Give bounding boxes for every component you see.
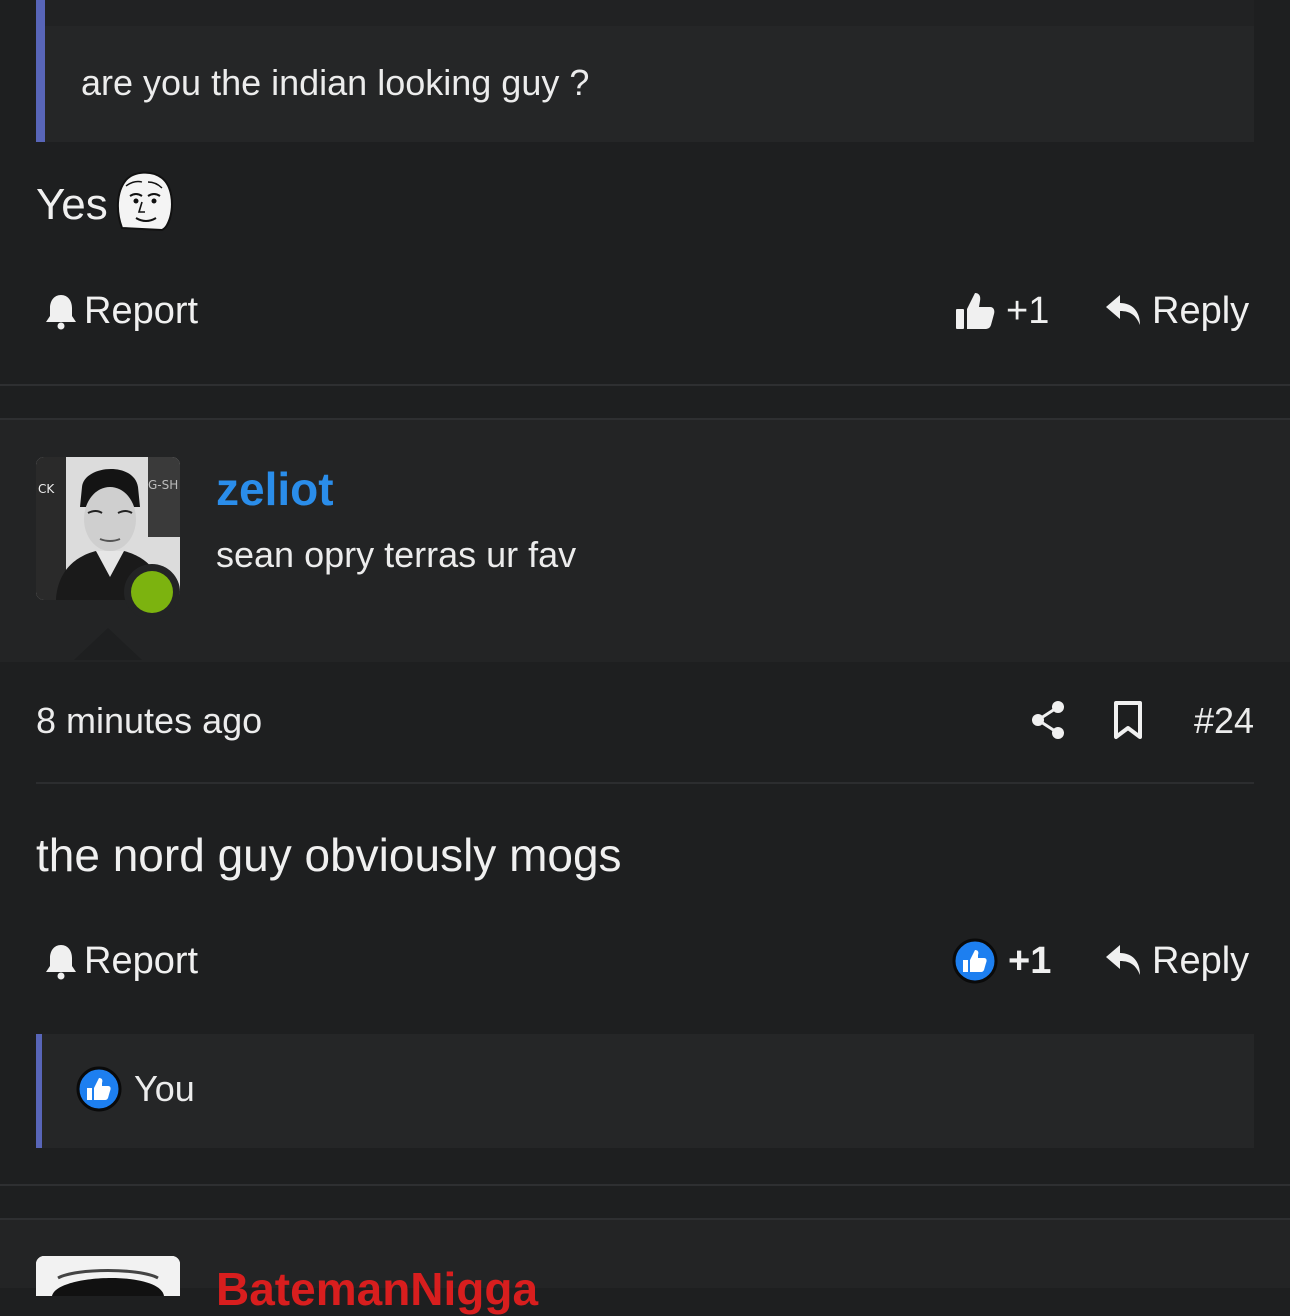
post-pointer-arrow bbox=[74, 628, 142, 660]
thumbs-up-icon bbox=[956, 293, 995, 329]
post-user-header bbox=[0, 418, 1290, 662]
next-post-header bbox=[0, 1218, 1290, 1288]
bell-icon bbox=[46, 295, 76, 330]
thumbs-up-active-icon bbox=[952, 938, 998, 984]
post-number-link[interactable]: #24 bbox=[1194, 700, 1254, 742]
reactor-name: You bbox=[134, 1068, 195, 1109]
report-label: Report bbox=[84, 289, 199, 332]
svg-text:G-SH: G-SH bbox=[148, 478, 178, 492]
next-user-avatar[interactable] bbox=[36, 1256, 180, 1296]
post-actions-row: Report +1 Reply bbox=[0, 286, 1290, 336]
meta-divider bbox=[36, 782, 1254, 784]
reply-label: Reply bbox=[1152, 939, 1250, 982]
quote-block: are you the indian looking guy ? bbox=[36, 0, 1254, 142]
post-actions-row: Report +1 Reply bbox=[0, 936, 1290, 986]
username[interactable]: zeliot bbox=[216, 462, 334, 516]
reply-label: Reply bbox=[1152, 289, 1250, 332]
like-button[interactable]: +1 bbox=[952, 286, 1049, 336]
post-body-text: the nord guy obviously mogs bbox=[36, 829, 622, 881]
bookmark-icon[interactable] bbox=[1112, 700, 1144, 740]
share-icon[interactable] bbox=[1030, 700, 1066, 740]
report-button[interactable]: Report bbox=[44, 286, 198, 336]
like-count: +1 bbox=[1008, 939, 1052, 982]
bell-icon bbox=[46, 945, 76, 980]
reactor-item[interactable]: You bbox=[76, 1064, 195, 1114]
reply-arrow-icon bbox=[1106, 295, 1140, 325]
thumbs-up-reaction-icon bbox=[76, 1066, 122, 1112]
reply-button[interactable]: Reply bbox=[1104, 936, 1249, 986]
like-button-active[interactable]: +1 bbox=[952, 936, 1051, 986]
online-status-indicator bbox=[124, 564, 180, 620]
post-divider bbox=[0, 1184, 1290, 1186]
like-count: +1 bbox=[1006, 289, 1050, 332]
quote-header bbox=[45, 0, 1254, 26]
user-title: sean opry terras ur fav bbox=[216, 534, 577, 575]
next-username[interactable]: BatemanNigga bbox=[216, 1262, 538, 1316]
report-label: Report bbox=[84, 939, 199, 982]
reactions-list[interactable]: You bbox=[36, 1034, 1254, 1148]
quote-text: are you the indian looking guy ? bbox=[81, 62, 590, 103]
report-button[interactable]: Report bbox=[44, 936, 198, 986]
wojak-emoji-icon bbox=[116, 171, 173, 232]
svg-text:CK: CK bbox=[38, 482, 55, 496]
post-message-text: Yes bbox=[36, 180, 108, 229]
reply-arrow-icon bbox=[1106, 945, 1140, 975]
post-timestamp[interactable]: 8 minutes ago bbox=[36, 700, 262, 742]
post-divider bbox=[0, 384, 1290, 386]
reply-button[interactable]: Reply bbox=[1104, 286, 1249, 336]
